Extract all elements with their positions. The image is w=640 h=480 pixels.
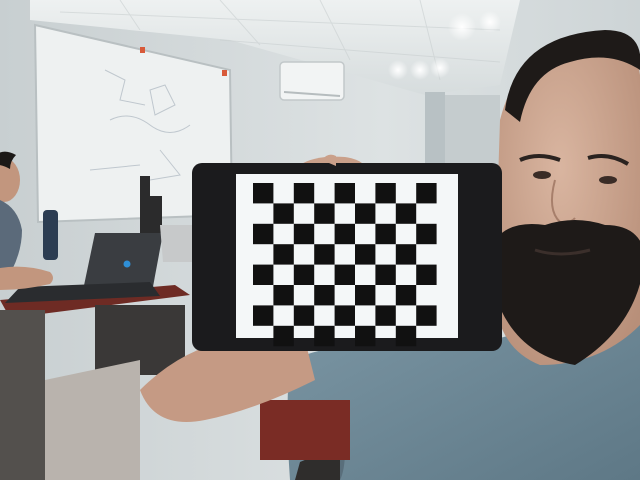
checker-square [355, 285, 376, 306]
eye [533, 171, 551, 179]
checker-square [253, 223, 274, 245]
checker-square [334, 223, 355, 245]
desk-leg [0, 310, 45, 480]
checker-square [395, 285, 417, 306]
ceiling-light [388, 60, 408, 80]
checker-square [395, 203, 417, 224]
checker-square [273, 325, 294, 347]
checker-square [293, 264, 315, 285]
ceiling-light [430, 58, 450, 78]
doorway [445, 95, 500, 170]
checker-square [253, 183, 274, 204]
checker-square [416, 223, 437, 245]
checker-square [416, 264, 437, 285]
checker-square [314, 285, 335, 306]
ceiling-light [479, 11, 501, 33]
monitor [140, 176, 150, 236]
checker-square [355, 325, 376, 347]
water-bottle [43, 210, 58, 260]
checker-square [293, 183, 315, 204]
checker-square [253, 264, 274, 285]
checker-square [273, 244, 294, 265]
checker-square [355, 203, 376, 224]
checker-square [355, 244, 376, 265]
monitor [150, 196, 162, 236]
checker-square [314, 203, 335, 224]
webcam-photo [0, 0, 640, 480]
wall-pillar [425, 92, 445, 167]
checker-square [334, 183, 355, 204]
checker-square [395, 244, 417, 265]
checker-square [375, 305, 396, 326]
checker-square [334, 305, 355, 326]
desk-edge [260, 400, 350, 460]
whiteboard-magnet [222, 70, 227, 76]
checker-square [395, 325, 417, 347]
checker-square [314, 325, 335, 347]
eye [599, 176, 617, 184]
checker-square [334, 264, 355, 285]
checker-square [253, 305, 274, 326]
checker-square [375, 223, 396, 245]
floor [45, 360, 140, 480]
ceiling-light [410, 60, 430, 80]
checker-square [293, 223, 315, 245]
checker-square [273, 285, 294, 306]
checker-square [293, 305, 315, 326]
checker-square [375, 264, 396, 285]
ceiling-light [448, 13, 476, 41]
checker-square [416, 183, 437, 204]
checker-square [273, 203, 294, 224]
checker-square [314, 244, 335, 265]
laptop-logo [123, 260, 131, 268]
checker-square [416, 305, 437, 326]
whiteboard-magnet [140, 47, 145, 53]
photo-canvas [0, 0, 640, 480]
checker-square [375, 183, 396, 204]
